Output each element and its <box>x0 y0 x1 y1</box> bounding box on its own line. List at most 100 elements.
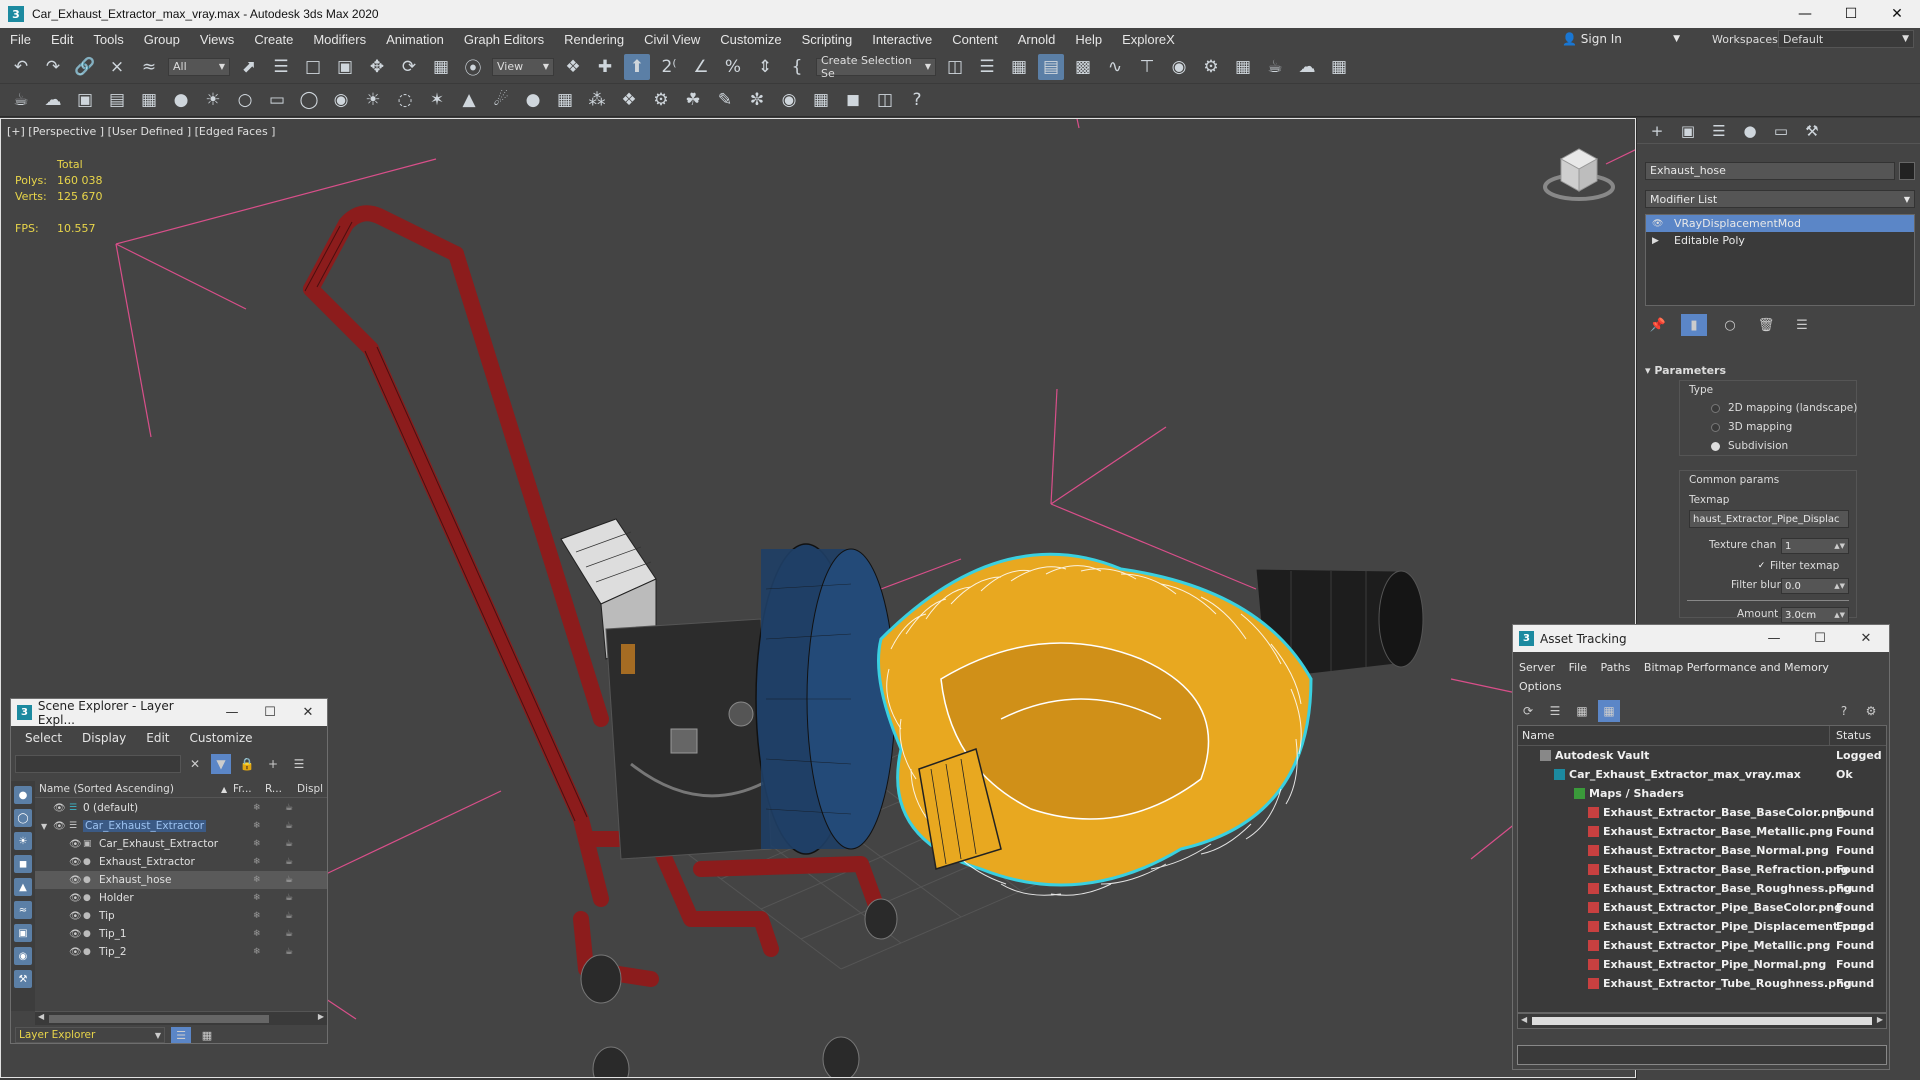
menu-create[interactable]: Create <box>244 32 303 47</box>
scroll-right-icon[interactable]: ▶ <box>318 1012 324 1021</box>
cameras-filter-icon[interactable]: ◼ <box>14 855 32 873</box>
menu-rendering[interactable]: Rendering <box>554 32 634 47</box>
object-row[interactable]: 👁 ● Tip ❄ ☕ <box>35 907 327 925</box>
lights-filter-icon[interactable]: ☀ <box>14 832 32 850</box>
menu-content[interactable]: Content <box>942 32 1008 47</box>
filter-texmap-checkbox[interactable]: ✓ Filter texmap <box>1757 560 1840 572</box>
asset-row-bitmap[interactable]: Exhaust_Extractor_Base_Roughness.png Fou… <box>1518 879 1886 898</box>
at-menu-server[interactable]: Server <box>1519 661 1555 674</box>
vray-plane-icon[interactable]: ▭ <box>264 87 290 113</box>
stack-item-vraydisplacement[interactable]: 👁 VRayDisplacementMod <box>1646 215 1914 232</box>
freeze-icon[interactable]: ❄ <box>253 875 261 885</box>
layer-row-car-exhaust-extractor[interactable]: ▼ 👁 ☰ Car_Exhaust_Extractor ❄ ☕ <box>35 817 327 835</box>
menu-interactive[interactable]: Interactive <box>862 32 942 47</box>
render-teapot-icon[interactable]: ☕ <box>285 875 293 885</box>
asset-row-maps-shaders[interactable]: Maps / Shaders <box>1518 784 1886 803</box>
vray-particles-icon[interactable]: ⁂ <box>584 87 610 113</box>
modifier-list-dropdown[interactable]: Modifier List ▼ <box>1645 190 1915 208</box>
spinner-arrows-icon[interactable]: ▲▼ <box>1834 542 1845 550</box>
eye-icon[interactable]: 👁 <box>69 947 82 958</box>
shapes-filter-icon[interactable]: ◯ <box>14 809 32 827</box>
render-teapot-icon[interactable]: ☕ <box>285 821 293 831</box>
vray-fur-icon[interactable]: ✶ <box>424 87 450 113</box>
scene-explorer-scrollbar[interactable]: ◀ ▶ <box>35 1011 327 1025</box>
close-icon[interactable]: ✕ <box>1874 0 1920 28</box>
asset-row-bitmap[interactable]: Exhaust_Extractor_Base_BaseColor.png Fou… <box>1518 803 1886 822</box>
spinner-arrows-icon[interactable]: ▲▼ <box>1834 582 1845 590</box>
help-icon[interactable]: ? <box>904 87 930 113</box>
vray-light-icon[interactable]: ● <box>168 87 194 113</box>
view-cube[interactable] <box>1543 148 1615 201</box>
eye-icon[interactable]: 👁 <box>69 857 82 868</box>
utilities-tab-icon[interactable]: ⚒ <box>1800 120 1824 142</box>
eye-icon[interactable]: 👁 <box>53 803 66 814</box>
object-color-swatch[interactable] <box>1899 162 1915 180</box>
pivot-center-icon[interactable]: ❖ <box>560 54 586 80</box>
minimize-icon[interactable]: — <box>1751 631 1797 646</box>
menu-customize[interactable]: Customize <box>710 32 791 47</box>
type-3d-mapping-radio[interactable]: 3D mapping <box>1711 421 1792 433</box>
asset-row-bitmap[interactable]: Exhaust_Extractor_Pipe_Metallic.png Foun… <box>1518 936 1886 955</box>
parameters-rollout-header[interactable]: ▾ Parameters <box>1645 364 1726 377</box>
asset-row-vault[interactable]: Autodesk Vault Logged O <box>1518 746 1886 765</box>
object-row-selected[interactable]: 👁 ● Exhaust_hose ❄ ☕ <box>35 871 327 889</box>
render-teapot-icon[interactable]: ☕ <box>285 911 293 921</box>
bones-filter-icon[interactable]: ⚒ <box>14 970 32 988</box>
vray-lister-icon[interactable]: ▦ <box>136 87 162 113</box>
link-icon[interactable]: 🔗 <box>72 54 98 80</box>
freeze-icon[interactable]: ❄ <box>253 803 261 813</box>
object-row[interactable]: 👁 ▣ Car_Exhaust_Extractor ❄ ☕ <box>35 835 327 853</box>
scale-icon[interactable]: ▦ <box>428 54 454 80</box>
asset-tracking-status-field[interactable] <box>1517 1045 1887 1065</box>
vray-decal-icon[interactable]: ❖ <box>616 87 642 113</box>
asset-row-bitmap[interactable]: Exhaust_Extractor_Base_Refraction.png Fo… <box>1518 860 1886 879</box>
motion-tab-icon[interactable]: ● <box>1738 120 1762 142</box>
xrefs-filter-icon[interactable]: ◉ <box>14 947 32 965</box>
filter-blur-spinner[interactable]: 0.0 ▲▼ <box>1781 578 1849 594</box>
maximize-icon[interactable]: ☐ <box>1828 0 1874 28</box>
selection-filter-select[interactable]: All ▼ <box>168 57 230 76</box>
column-status-header[interactable]: Status <box>1830 729 1871 742</box>
asset-row-bitmap[interactable]: Exhaust_Extractor_Base_Normal.png Found <box>1518 841 1886 860</box>
vray-compare-icon[interactable]: ▦ <box>808 87 834 113</box>
freeze-icon[interactable]: ❄ <box>253 857 261 867</box>
rotate-icon[interactable]: ⟳ <box>396 54 422 80</box>
stack-item-editable-poly[interactable]: ▶ Editable Poly <box>1646 232 1914 249</box>
vray-spot-icon[interactable]: ☄ <box>488 87 514 113</box>
render-setup-icon[interactable]: ⚙ <box>1198 54 1224 80</box>
column-display-header[interactable]: Displ <box>293 783 323 795</box>
render-teapot-icon[interactable]: ☕ <box>285 803 293 813</box>
layers-icon[interactable]: ☰ <box>289 754 309 774</box>
vray-object-icon[interactable]: ◼ <box>840 87 866 113</box>
lock-icon[interactable]: 🔒 <box>237 754 257 774</box>
vray-sun-icon[interactable]: ☀ <box>360 87 386 113</box>
move-icon[interactable]: ✥ <box>364 54 390 80</box>
minimize-icon[interactable]: — <box>1782 0 1828 28</box>
display-tab-icon[interactable]: ▭ <box>1769 120 1793 142</box>
create-tab-icon[interactable]: + <box>1645 120 1669 142</box>
texmap-button[interactable]: haust_Extractor_Pipe_Displac <box>1689 510 1849 528</box>
freeze-icon[interactable]: ❄ <box>253 839 261 849</box>
se-menu-customize[interactable]: Customize <box>190 731 253 745</box>
vray-sky-icon[interactable]: ◌ <box>392 87 418 113</box>
vray-teapot-icon[interactable]: ☕ <box>8 87 34 113</box>
menu-modifiers[interactable]: Modifiers <box>303 32 376 47</box>
minimize-icon[interactable]: — <box>213 705 251 720</box>
mirror-icon[interactable]: ◫ <box>942 54 968 80</box>
menu-graph-editors[interactable]: Graph Editors <box>454 32 554 47</box>
scene-explorer-titlebar[interactable]: 3 Scene Explorer - Layer Expl... — ☐ ✕ <box>11 699 327 727</box>
scene-explorer-search-input[interactable] <box>15 755 181 773</box>
edit-named-selection-icon[interactable]: { <box>784 54 810 80</box>
thumbnail-view-icon[interactable]: ▦ <box>1571 700 1593 722</box>
workspace-select[interactable]: Default ▼ <box>1778 30 1914 48</box>
menu-group[interactable]: Group <box>134 32 190 47</box>
geometry-filter-icon[interactable]: ● <box>14 786 32 804</box>
se-menu-select[interactable]: Select <box>25 731 62 745</box>
vray-cloud-icon[interactable]: ☁ <box>40 87 66 113</box>
menu-scripting[interactable]: Scripting <box>792 32 863 47</box>
spacewarps-filter-icon[interactable]: ≈ <box>14 901 32 919</box>
vray-export-icon[interactable]: ◫ <box>872 87 898 113</box>
render-teapot-icon[interactable]: ☕ <box>285 929 293 939</box>
layer-row-default[interactable]: 👁 ☰ 0 (default) ❄ ☕ <box>35 799 327 817</box>
freeze-icon[interactable]: ❄ <box>253 821 261 831</box>
